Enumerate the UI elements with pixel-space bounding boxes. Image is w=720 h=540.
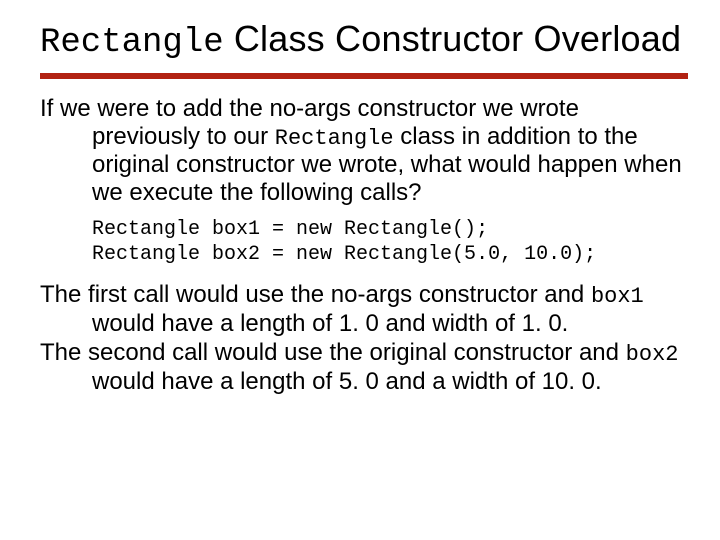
paragraph-2: The first call would use the no-args con… [40, 281, 688, 337]
p3-text-b: would have a length of 5. 0 and a width … [92, 368, 602, 395]
p3-code-word: box2 [626, 342, 679, 367]
p2-text-b: would have a length of 1. 0 and width of… [92, 310, 568, 337]
slide-body: If we were to add the no-args constructo… [40, 95, 688, 396]
p2-code-word: box1 [591, 284, 644, 309]
p2-text-a: The first call would use the no-args con… [40, 281, 591, 308]
title-code-word: Rectangle [40, 24, 224, 62]
p1-code-word: Rectangle [275, 126, 394, 151]
p3-text-a: The second call would use the original c… [40, 339, 626, 366]
paragraph-3: The second call would use the original c… [40, 339, 688, 395]
slide: Rectangle Class Constructor Overload If … [0, 0, 720, 540]
slide-title: Rectangle Class Constructor Overload [40, 18, 688, 63]
title-underline [40, 73, 688, 79]
paragraph-1: If we were to add the no-args constructo… [40, 95, 688, 207]
title-rest: Class Constructor Overload [224, 18, 682, 59]
code-example: Rectangle box1 = new Rectangle(); Rectan… [92, 217, 688, 267]
